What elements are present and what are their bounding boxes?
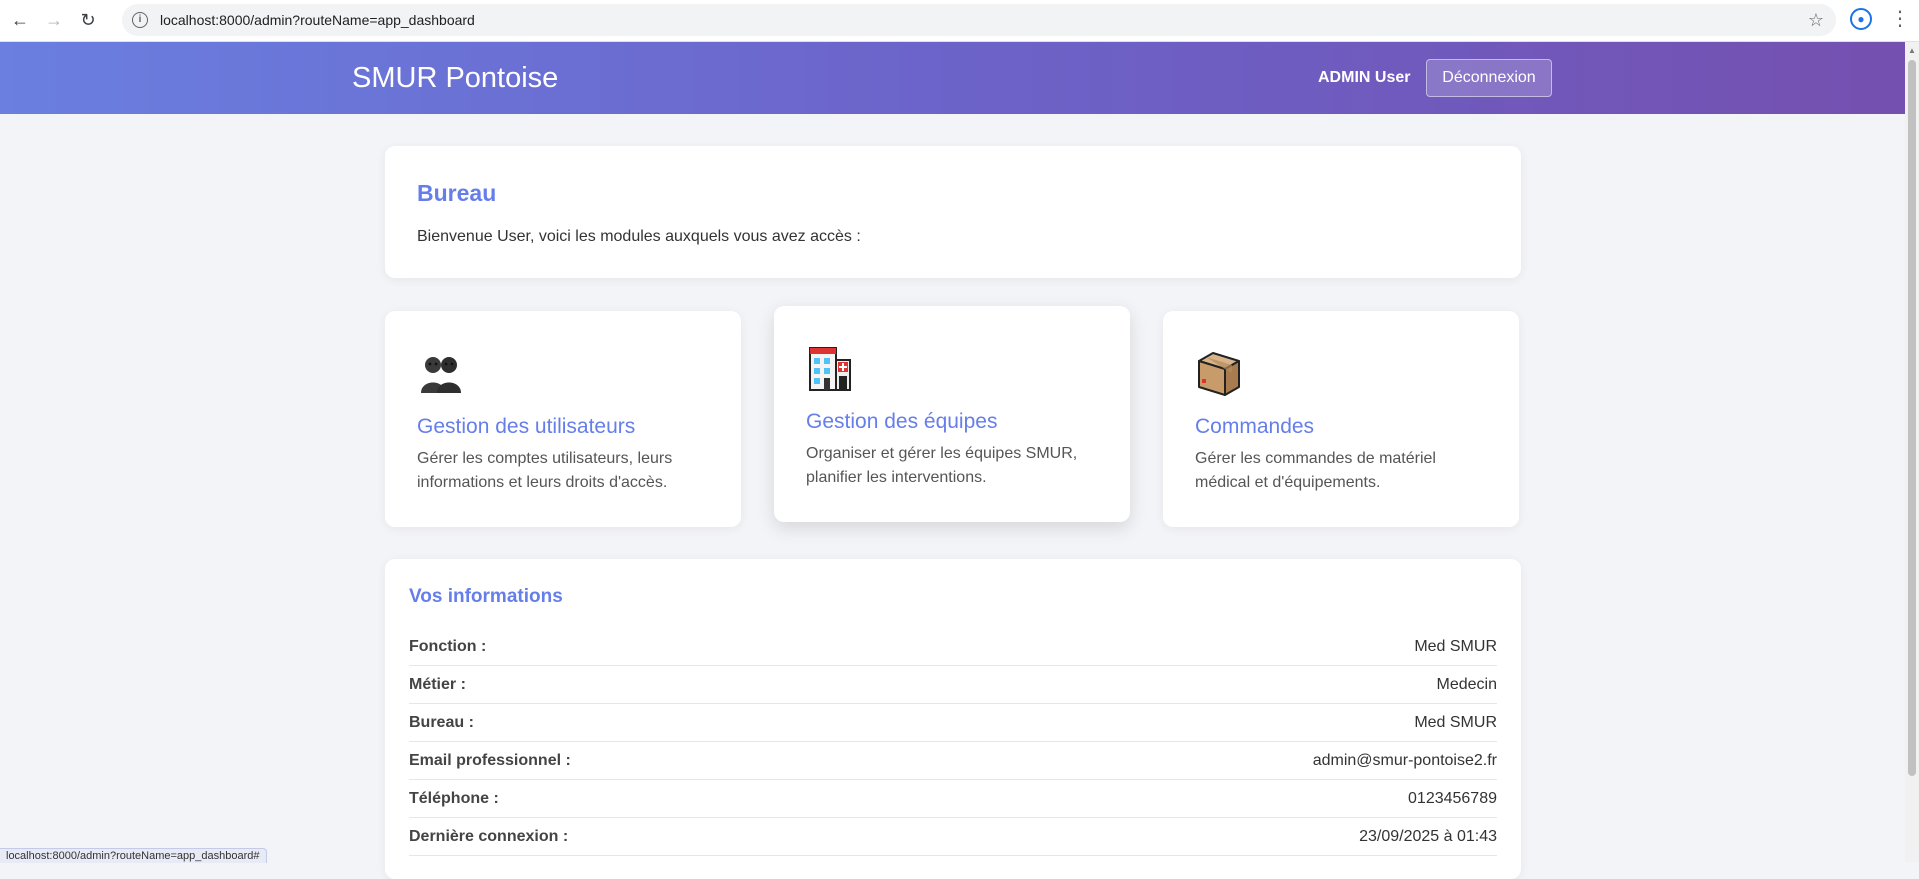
forward-icon[interactable]: → [40,7,68,35]
user-info-card: Vos informations Fonction : Med SMUR Mét… [385,559,1521,879]
welcome-card: Bureau Bienvenue User, voici les modules… [385,146,1521,278]
logout-button[interactable]: Déconnexion [1426,59,1552,97]
info-card-title: Vos informations [409,586,563,607]
info-value: Medecin [1436,675,1497,693]
hospital-icon [809,347,851,391]
bookmark-star-icon[interactable]: ☆ [1808,10,1824,31]
address-bar[interactable]: i localhost:8000/admin?routeName=app_das… [122,4,1836,36]
link-status-bar: localhost:8000/admin?routeName=app_dashb… [0,848,267,863]
info-value: Med SMUR [1414,713,1497,731]
browser-toolbar: ← → ↻ i localhost:8000/admin?routeName=a… [0,0,1919,42]
page-scrollbar[interactable]: ▲ [1905,42,1919,862]
info-label: Bureau : [409,713,474,731]
info-row-last-login: Dernière connexion : 23/09/2025 à 01:43 [409,818,1497,856]
info-label: Email professionnel : [409,751,571,769]
info-label: Métier : [409,675,466,693]
info-row-metier: Métier : Medecin [409,666,1497,704]
info-row-bureau: Bureau : Med SMUR [409,704,1497,742]
info-label: Dernière connexion : [409,827,569,845]
info-value: Med SMUR [1414,637,1497,655]
module-description: Gérer les commandes de matériel médical … [1195,450,1436,491]
site-header: SMUR Pontoise ADMIN User Déconnexion [0,42,1905,114]
browser-menu-icon[interactable]: ⋮ [1890,6,1910,31]
info-value: 0123456789 [1408,789,1497,807]
users-icon [421,357,461,393]
module-title[interactable]: Gestion des équipes [806,410,997,434]
info-value: 23/09/2025 à 01:43 [1359,827,1497,845]
info-row-fonction: Fonction : Med SMUR [409,628,1497,666]
module-description: Gérer les comptes utilisateurs, leurs in… [417,450,673,491]
back-icon[interactable]: ← [6,7,34,35]
reload-icon[interactable]: ↻ [74,7,102,35]
brand-title[interactable]: SMUR Pontoise [352,62,558,95]
module-card-orders[interactable]: Commandes Gérer les commandes de matérie… [1163,311,1519,527]
profile-icon[interactable]: ● [1850,8,1872,30]
info-value: admin@smur-pontoise2.fr [1312,751,1497,769]
module-title[interactable]: Commandes [1195,415,1314,439]
info-list: Fonction : Med SMUR Métier : Medecin Bur… [409,628,1497,856]
info-label: Fonction : [409,637,487,655]
current-user-name: ADMIN User [1318,69,1411,86]
page-title: Bureau [417,180,497,206]
module-description: Organiser et gérer les équipes SMUR, pla… [806,445,1078,486]
info-row-email: Email professionnel : admin@smur-pontois… [409,742,1497,780]
scrollbar-thumb[interactable] [1908,60,1916,776]
package-icon [1198,352,1240,396]
info-row-telephone: Téléphone : 0123456789 [409,780,1497,818]
module-card-users[interactable]: Gestion des utilisateurs Gérer les compt… [385,311,741,527]
scroll-up-icon[interactable]: ▲ [1908,46,1916,55]
module-card-teams[interactable]: Gestion des équipes Organiser et gérer l… [774,306,1130,522]
module-title[interactable]: Gestion des utilisateurs [417,415,635,439]
info-label: Téléphone : [409,789,499,807]
url-text[interactable]: localhost:8000/admin?routeName=app_dashb… [160,12,475,28]
welcome-text: Bienvenue User, voici les modules auxque… [417,228,861,245]
site-info-icon[interactable]: i [132,12,148,28]
